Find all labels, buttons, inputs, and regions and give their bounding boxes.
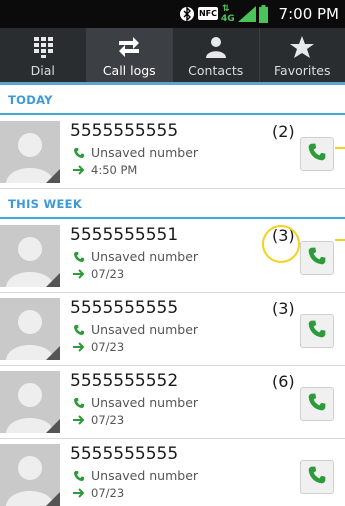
call-detail: 07/23 bbox=[73, 267, 124, 281]
number-label: Unsaved number bbox=[91, 249, 198, 264]
number-label: Unsaved number bbox=[91, 395, 198, 410]
number-type: Unsaved number bbox=[73, 145, 198, 160]
call-detail: 07/23 bbox=[73, 486, 124, 500]
tab-bar: Dial Call logs Contacts Favorites bbox=[0, 28, 345, 85]
avatar bbox=[0, 371, 60, 433]
avatar bbox=[0, 298, 60, 360]
person-icon bbox=[203, 35, 229, 59]
call-button[interactable] bbox=[300, 137, 334, 171]
phone-icon bbox=[307, 142, 327, 166]
phone-icon bbox=[73, 470, 85, 482]
phone-number: 5555555552 bbox=[70, 371, 178, 391]
call-log-row[interactable]: 5555555555 Unsaved number 4:50 PM (2) bbox=[0, 117, 345, 189]
number-type: Unsaved number bbox=[73, 322, 198, 337]
network-type-label: 4G bbox=[221, 14, 235, 24]
phone-icon bbox=[307, 465, 327, 489]
tab-favorites[interactable]: Favorites bbox=[260, 28, 345, 82]
avatar bbox=[0, 121, 60, 183]
nfc-icon: NFC bbox=[198, 7, 218, 20]
tab-label: Call logs bbox=[103, 63, 156, 78]
call-time: 4:50 PM bbox=[91, 163, 137, 177]
call-button[interactable] bbox=[300, 314, 334, 348]
call-date: 07/23 bbox=[91, 340, 124, 354]
phone-number: 5555555555 bbox=[70, 298, 178, 318]
phone-icon bbox=[73, 251, 85, 263]
avatar bbox=[0, 225, 60, 287]
section-title: TODAY bbox=[8, 93, 53, 107]
outgoing-arrow-icon bbox=[73, 415, 85, 425]
call-log-row[interactable]: 5555555555 Unsaved number 07/23 bbox=[0, 440, 345, 497]
phone-icon bbox=[73, 397, 85, 409]
callout-highlight-circle bbox=[262, 225, 300, 263]
number-label: Unsaved number bbox=[91, 145, 198, 160]
dialpad-icon bbox=[30, 35, 56, 59]
call-button[interactable] bbox=[300, 460, 334, 494]
call-count: (6) bbox=[272, 372, 295, 391]
phone-icon bbox=[307, 246, 327, 270]
tab-call-logs[interactable]: Call logs bbox=[87, 28, 174, 82]
section-header-today: TODAY bbox=[0, 88, 345, 115]
tab-dial[interactable]: Dial bbox=[0, 28, 87, 82]
phone-number: 5555555555 bbox=[70, 444, 178, 464]
phone-icon bbox=[73, 324, 85, 336]
outgoing-arrow-icon bbox=[73, 165, 85, 175]
phone-icon bbox=[307, 319, 327, 343]
tab-contacts[interactable]: Contacts bbox=[173, 28, 260, 82]
number-type: Unsaved number bbox=[73, 249, 198, 264]
phone-icon bbox=[73, 147, 85, 159]
call-detail: 07/23 bbox=[73, 340, 124, 354]
phone-number: 5555555555 bbox=[70, 121, 178, 141]
outgoing-arrow-icon bbox=[73, 269, 85, 279]
call-date: 07/23 bbox=[91, 413, 124, 427]
call-detail: 4:50 PM bbox=[73, 163, 137, 177]
callout-pointer-line bbox=[335, 239, 345, 241]
callout-pointer-line bbox=[335, 147, 345, 149]
status-time: 7:00 PM bbox=[279, 5, 339, 23]
bluetooth-icon bbox=[180, 6, 194, 26]
number-type: Unsaved number bbox=[73, 468, 198, 483]
data-arrows-icon: ⇅ bbox=[222, 4, 230, 14]
call-log-row[interactable]: 5555555552 Unsaved number 07/23 (6) bbox=[0, 367, 345, 439]
call-date: 07/23 bbox=[91, 267, 124, 281]
call-detail: 07/23 bbox=[73, 413, 124, 427]
call-button[interactable] bbox=[300, 241, 334, 275]
tab-label: Dial bbox=[31, 63, 55, 78]
section-title: THIS WEEK bbox=[8, 197, 82, 211]
call-date: 07/23 bbox=[91, 486, 124, 500]
tab-label: Favorites bbox=[274, 63, 330, 78]
number-label: Unsaved number bbox=[91, 468, 198, 483]
swap-arrows-icon bbox=[116, 35, 142, 59]
number-label: Unsaved number bbox=[91, 322, 198, 337]
battery-icon bbox=[259, 5, 268, 27]
call-button[interactable] bbox=[300, 387, 334, 421]
call-log-row[interactable]: 5555555555 Unsaved number 07/23 (3) bbox=[0, 294, 345, 366]
phone-icon bbox=[307, 392, 327, 416]
status-bar: NFC ⇅ 4G 7:00 PM bbox=[0, 0, 345, 28]
signal-icon bbox=[238, 6, 256, 26]
call-count: (3) bbox=[272, 299, 295, 318]
tab-label: Contacts bbox=[188, 63, 243, 78]
call-count: (2) bbox=[272, 122, 295, 141]
number-type: Unsaved number bbox=[73, 395, 198, 410]
outgoing-arrow-icon bbox=[73, 342, 85, 352]
star-icon bbox=[289, 35, 315, 59]
phone-number: 5555555551 bbox=[70, 225, 178, 245]
section-header-this-week: THIS WEEK bbox=[0, 192, 345, 219]
